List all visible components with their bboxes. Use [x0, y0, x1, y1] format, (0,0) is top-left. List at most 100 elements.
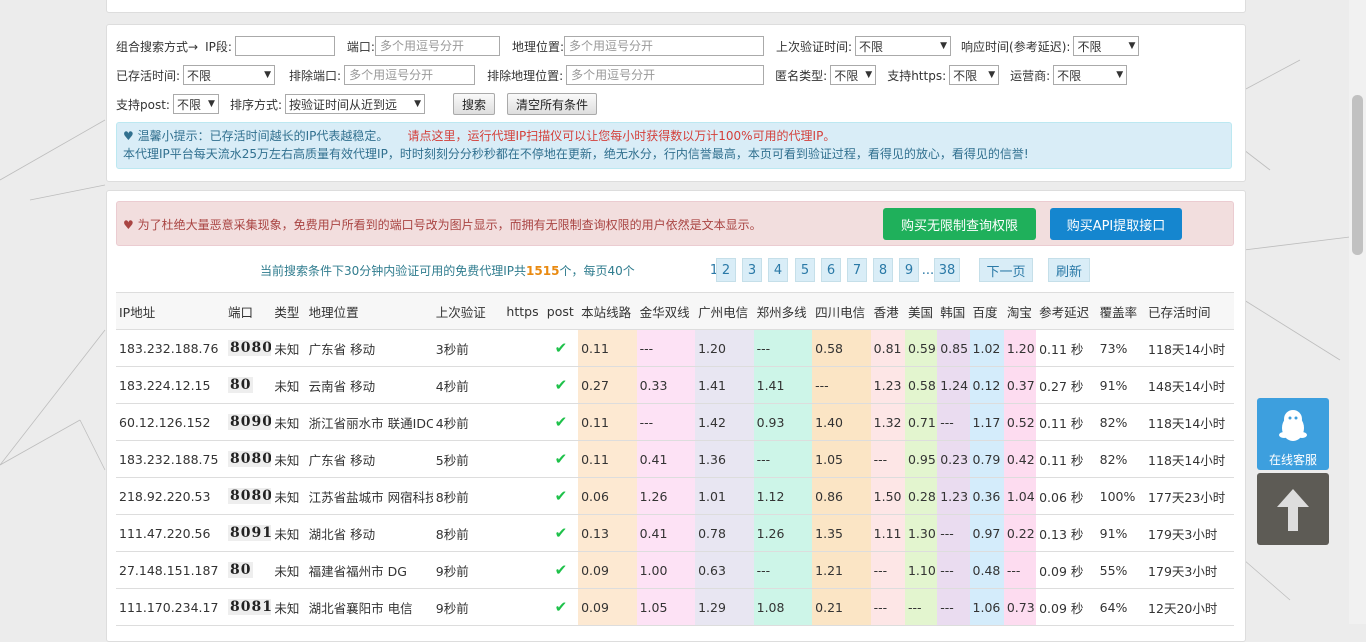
table-cell: 0.09 秒 [1036, 588, 1097, 626]
table-cell: 8秒前 [432, 477, 504, 515]
column-header: post [543, 292, 579, 330]
excl-port-input[interactable]: 多个用逗号分开 [344, 65, 476, 85]
table-cell: 广东省 移动 [305, 329, 433, 367]
table-cell: 1.26 [636, 477, 696, 515]
table-cell [503, 551, 544, 589]
table-cell [503, 440, 544, 478]
table-cell: 未知 [271, 329, 306, 367]
page-scrollbar[interactable] [1349, 0, 1366, 624]
page-link-6[interactable]: 6 [821, 258, 841, 282]
next-page-button[interactable]: 下一页 [979, 258, 1033, 282]
table-cell: 0.42 [1003, 440, 1037, 478]
last-verify-label: 上次验证时间: [775, 39, 853, 54]
table-cell: 未知 [271, 588, 306, 626]
scrollbar-thumb[interactable] [1352, 95, 1363, 255]
online-service-button[interactable]: 在线客服 [1257, 398, 1329, 470]
table-cell: --- [870, 440, 905, 478]
geo-input[interactable]: 多个用逗号分开 [563, 36, 764, 56]
table-cell: 0.58 [812, 329, 871, 367]
port-image: 80 [224, 551, 272, 589]
column-header: 已存活时间 [1145, 292, 1234, 330]
table-cell: 江苏省盐城市 网宿科技 [305, 477, 433, 515]
table-cell: 5秒前 [432, 440, 504, 478]
ip-input[interactable] [234, 36, 335, 56]
table-cell: 91% [1096, 366, 1146, 404]
https-label: 支持https: [887, 68, 947, 83]
sort-select[interactable]: 按验证时间从近到远 ▼ [285, 94, 426, 114]
excl-geo-input[interactable]: 多个用逗号分开 [566, 65, 765, 85]
table-cell: 100% [1096, 477, 1146, 515]
port-image: 8080 [224, 329, 272, 367]
check-icon: ✔ [554, 339, 568, 357]
buy-api-button[interactable]: 购买API提取接口 [1050, 208, 1182, 240]
table-cell: 浙江省丽水市 联通IDC [305, 403, 433, 441]
port-value: 8081 [227, 599, 272, 615]
table-cell: --- [937, 588, 970, 626]
table-cell: 1.12 [753, 477, 813, 515]
anon-select[interactable]: 不限 ▼ [830, 65, 877, 85]
page-link-4[interactable]: 4 [768, 258, 788, 282]
table-cell: 未知 [271, 551, 306, 589]
table-cell: --- [1003, 551, 1037, 589]
port-image: 8090 [224, 403, 272, 441]
chevron-down-icon: ▼ [940, 41, 948, 51]
table-cell: 0.11 [578, 403, 637, 441]
page-link-38[interactable]: 38 [934, 258, 960, 282]
refresh-button[interactable]: 刷新 [1048, 258, 1090, 282]
resp-select[interactable]: 不限 ▼ [1073, 36, 1140, 56]
page-link-7[interactable]: 7 [847, 258, 867, 282]
column-header: 郑州多线 [753, 292, 813, 330]
proxy-list-panel: ♥ 为了杜绝大量恶意采集现象，免费用户所看到的端口号改为图片显示，而拥有无限制查… [106, 190, 1246, 642]
back-to-top-button[interactable] [1257, 473, 1329, 545]
clear-all-button[interactable]: 清空所有条件 [507, 93, 598, 115]
table-cell: 0.11 秒 [1036, 440, 1097, 478]
combo-label: 组合搜索方式→ [116, 39, 199, 54]
table-cell: 0.37 [1003, 366, 1037, 404]
port-image: 8080 [224, 477, 272, 515]
qq-penguin-icon [1279, 410, 1307, 441]
table-cell: 1.32 [870, 403, 905, 441]
total-count: 1515 [526, 264, 560, 278]
resp-label: 响应时间(参考延迟): [961, 39, 1071, 54]
table-cell: 0.12 [969, 366, 1004, 404]
table-cell: 9秒前 [432, 551, 504, 589]
last-verify-select[interactable]: 不限 ▼ [855, 36, 952, 56]
scanner-link[interactable]: 请点这里，运行代理IP扫描仪可以让您每小时获得数以万计100%可用的代理IP。 [407, 129, 835, 143]
tip-text: 温馨小提示：已存活时间越长的IP代表越稳定。 [137, 129, 389, 143]
table-cell: --- [636, 403, 696, 441]
page-link-9[interactable]: 9 [899, 258, 919, 282]
table-cell: --- [753, 329, 813, 367]
post-select[interactable]: 不限 ▼ [172, 94, 219, 114]
https-select[interactable]: 不限 ▼ [949, 65, 1000, 85]
table-cell: 0.33 [636, 366, 696, 404]
alive-select[interactable]: 不限 ▼ [183, 65, 276, 85]
port-input[interactable]: 多个用逗号分开 [374, 36, 500, 56]
table-cell: 湖北省襄阳市 电信 [305, 588, 433, 626]
sort-label: 排序方式: [229, 97, 283, 112]
table-cell: 未知 [271, 440, 306, 478]
buy-unlimited-button[interactable]: 购买无限制查询权限 [883, 208, 1036, 240]
caption-pre: 当前搜索条件下30分钟内验证可用的免费代理IP共 [260, 264, 527, 278]
service-label: 在线客服 [1268, 453, 1317, 467]
table-cell: 1.24 [937, 366, 970, 404]
column-header: 参考延迟 [1036, 292, 1097, 330]
table-cell: 1.08 [753, 588, 813, 626]
post-value: 不限 [176, 97, 201, 112]
table-cell: 未知 [271, 477, 306, 515]
table-cell: --- [812, 366, 871, 404]
page-link-5[interactable]: 5 [795, 258, 815, 282]
table-cell: --- [753, 440, 813, 478]
table-cell: 0.27 秒 [1036, 366, 1097, 404]
page-link-3[interactable]: 3 [742, 258, 762, 282]
table-row: 111.170.234.17 8081 未知 湖北省襄阳市 电信 9秒前 ✔ 0.09 1.0… [116, 588, 1234, 626]
table-cell: 64% [1096, 588, 1146, 626]
isp-select[interactable]: 不限 ▼ [1053, 65, 1128, 85]
page-link-8[interactable]: 8 [873, 258, 893, 282]
search-button[interactable]: 搜索 [453, 93, 496, 115]
table-cell: --- [937, 551, 970, 589]
table-cell: 1.10 [904, 551, 938, 589]
column-header: 美国 [904, 292, 938, 330]
page-link-2[interactable]: 2 [716, 258, 736, 282]
check-icon: ✔ [554, 376, 568, 394]
table-cell: 82% [1096, 403, 1146, 441]
